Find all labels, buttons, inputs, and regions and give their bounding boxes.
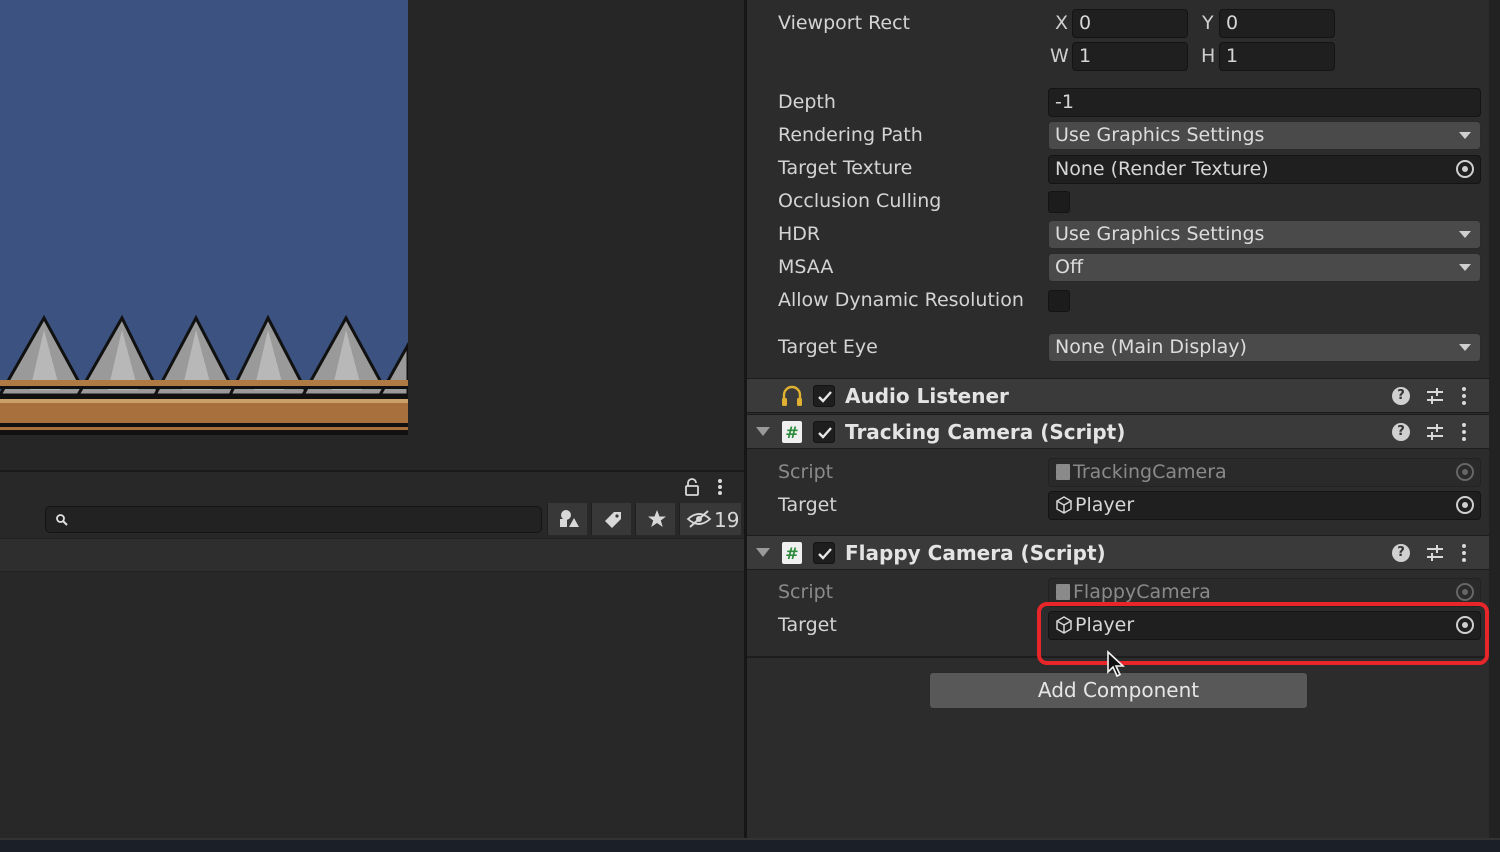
viewport-w-field[interactable]: 1 xyxy=(1072,42,1188,71)
shapes-icon xyxy=(560,510,579,527)
help-icon[interactable]: ? xyxy=(1392,423,1410,441)
project-list-row[interactable] xyxy=(0,538,744,572)
viewport-h-field[interactable]: 1 xyxy=(1219,42,1335,71)
flappy-camera-header[interactable]: # Flappy Camera (Script) ? xyxy=(747,535,1489,570)
search-by-type-button[interactable] xyxy=(547,503,587,535)
tracking-camera-title: Tracking Camera (Script) xyxy=(845,420,1126,444)
hidden-count-label: 19 xyxy=(714,508,740,532)
script-icon: # xyxy=(782,542,802,564)
tracking-script-field: TrackingCamera xyxy=(1048,458,1481,487)
rendering-path-label: Rendering Path xyxy=(778,124,923,146)
viewport-w-label[interactable]: W xyxy=(1050,45,1069,67)
audio-listener-title: Audio Listener xyxy=(845,384,1009,408)
viewport-y-label[interactable]: Y xyxy=(1202,12,1214,34)
depth-label: Depth xyxy=(778,91,836,113)
tag-icon xyxy=(605,512,621,528)
search-by-label-button[interactable] xyxy=(591,503,631,535)
msaa-dropdown[interactable]: Off xyxy=(1048,253,1481,282)
left-panels: 19 xyxy=(0,0,744,838)
target-eye-value: None (Main Display) xyxy=(1055,336,1247,358)
checkmark-icon xyxy=(818,427,832,439)
chevron-down-icon xyxy=(1459,344,1471,351)
object-picker-icon[interactable] xyxy=(1456,496,1474,514)
ground-spikes xyxy=(0,314,408,435)
lock-icon[interactable] xyxy=(683,478,701,496)
chevron-down-icon xyxy=(1459,231,1471,238)
tracking-script-label: Script xyxy=(778,461,834,483)
headphones-icon xyxy=(782,385,802,406)
project-search-input[interactable] xyxy=(45,506,542,533)
chevron-down-icon xyxy=(1459,264,1471,271)
window-edge xyxy=(1489,0,1500,852)
foldout-arrow-icon[interactable] xyxy=(756,548,770,557)
checkmark-icon xyxy=(818,391,832,403)
viewport-h-label[interactable]: H xyxy=(1201,45,1215,67)
flappy-script-value: FlappyCamera xyxy=(1073,581,1211,603)
more-options-icon[interactable] xyxy=(713,477,727,497)
occlusion-culling-checkbox[interactable] xyxy=(1048,191,1070,213)
star-icon xyxy=(648,510,666,527)
viewport-rect-label: Viewport Rect xyxy=(778,12,911,34)
target-texture-label: Target Texture xyxy=(778,157,913,179)
svg-text:#: # xyxy=(785,423,798,442)
rendering-path-dropdown[interactable]: Use Graphics Settings xyxy=(1048,121,1481,150)
script-file-icon xyxy=(1056,584,1070,600)
script-icon: # xyxy=(782,421,802,443)
target-texture-field[interactable]: None (Render Texture) xyxy=(1048,155,1481,184)
hdr-dropdown[interactable]: Use Graphics Settings xyxy=(1048,220,1481,249)
depth-field[interactable]: -1 xyxy=(1048,88,1481,117)
checkmark-icon xyxy=(818,548,832,560)
audio-listener-header[interactable]: Audio Listener ? xyxy=(747,378,1489,413)
object-picker-icon xyxy=(1456,583,1474,601)
presets-icon[interactable] xyxy=(1425,386,1445,406)
hdr-value: Use Graphics Settings xyxy=(1055,223,1265,245)
tracking-target-label: Target xyxy=(778,494,837,516)
search-icon xyxy=(56,514,68,526)
flappy-camera-enabled-checkbox[interactable] xyxy=(813,542,835,564)
allow-dynamic-resolution-checkbox[interactable] xyxy=(1048,290,1070,312)
tracking-target-field[interactable]: Player xyxy=(1048,491,1481,520)
target-texture-value: None (Render Texture) xyxy=(1055,158,1269,180)
gameobject-icon xyxy=(1056,496,1072,514)
occlusion-culling-label: Occlusion Culling xyxy=(778,190,942,212)
audio-listener-enabled-checkbox[interactable] xyxy=(813,385,835,407)
eye-slash-icon xyxy=(686,510,712,528)
more-options-icon[interactable] xyxy=(1460,386,1468,406)
hidden-packages-toggle[interactable]: 19 xyxy=(679,503,741,535)
script-file-icon xyxy=(1056,464,1070,480)
help-icon[interactable]: ? xyxy=(1392,387,1410,405)
tracking-target-value: Player xyxy=(1075,494,1135,516)
more-options-icon[interactable] xyxy=(1460,543,1468,563)
favorites-button[interactable] xyxy=(635,503,675,535)
rendering-path-value: Use Graphics Settings xyxy=(1055,124,1265,146)
flappy-target-label: Target xyxy=(778,614,837,636)
viewport-x-label[interactable]: X xyxy=(1055,12,1068,34)
tracking-script-value: TrackingCamera xyxy=(1073,461,1227,483)
presets-icon[interactable] xyxy=(1425,543,1445,563)
viewport-x-field[interactable]: 0 xyxy=(1072,9,1188,38)
mouse-cursor-icon xyxy=(1107,650,1126,678)
status-bar xyxy=(0,838,1500,852)
flappy-script-label: Script xyxy=(778,581,834,603)
tracking-camera-header[interactable]: # Tracking Camera (Script) ? xyxy=(747,414,1489,449)
chevron-down-icon xyxy=(1459,132,1471,139)
more-options-icon[interactable] xyxy=(1460,422,1468,442)
object-picker-icon xyxy=(1456,463,1474,481)
tracking-camera-enabled-checkbox[interactable] xyxy=(813,421,835,443)
svg-text:#: # xyxy=(785,544,798,563)
foldout-arrow-icon[interactable] xyxy=(756,427,770,436)
game-view xyxy=(0,0,744,470)
target-eye-label: Target Eye xyxy=(778,336,878,358)
object-picker-icon[interactable] xyxy=(1456,160,1474,178)
hdr-label: HDR xyxy=(778,223,821,245)
msaa-value: Off xyxy=(1055,256,1084,278)
game-canvas[interactable] xyxy=(0,0,408,435)
msaa-label: MSAA xyxy=(778,256,834,278)
viewport-y-field[interactable]: 0 xyxy=(1219,9,1335,38)
flappy-camera-title: Flappy Camera (Script) xyxy=(845,541,1106,565)
help-icon[interactable]: ? xyxy=(1392,544,1410,562)
allow-dynamic-resolution-label: Allow Dynamic Resolution xyxy=(778,289,1024,311)
target-eye-dropdown[interactable]: None (Main Display) xyxy=(1048,333,1481,362)
presets-icon[interactable] xyxy=(1425,422,1445,442)
